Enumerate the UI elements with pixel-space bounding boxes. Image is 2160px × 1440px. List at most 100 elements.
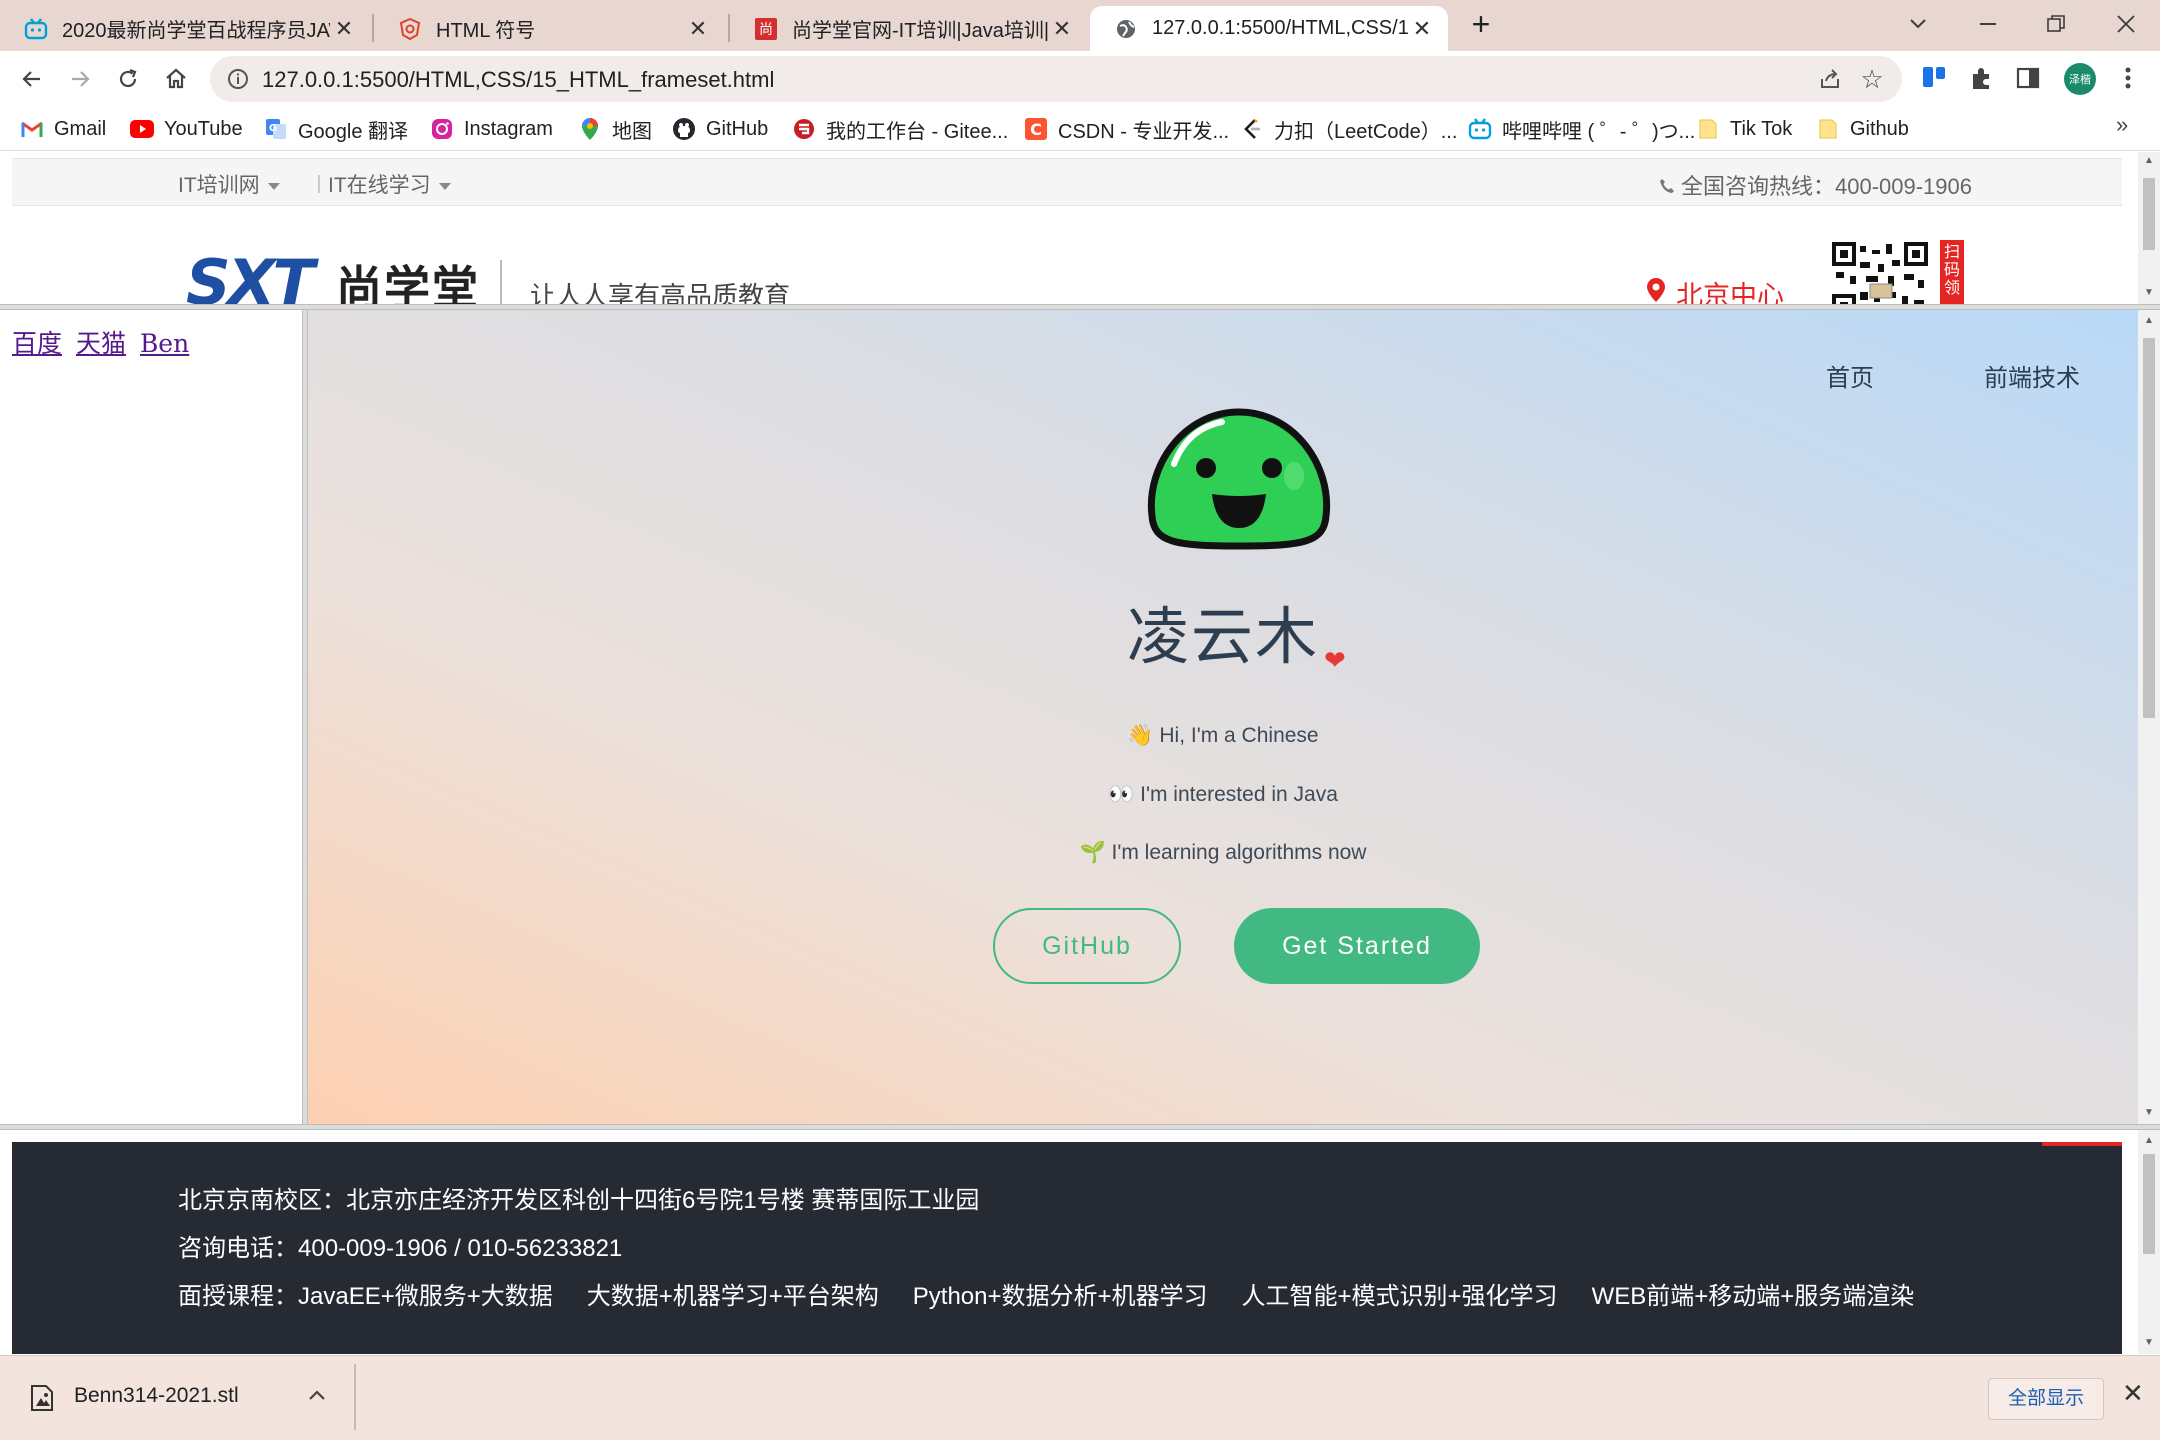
sxt-logo-mark[interactable]: SXT	[186, 246, 315, 304]
folder-icon	[1816, 117, 1840, 141]
bookmark-label: Tik Tok	[1730, 117, 1793, 140]
tab-sxt-official[interactable]: 尚 尚学堂官网-IT培训|Java培训|人工 ✕	[730, 6, 1088, 51]
github-icon	[672, 117, 696, 141]
bookmark-label: YouTube	[164, 117, 243, 140]
info-icon[interactable]	[226, 67, 250, 91]
scroll-down-arrow-icon[interactable]: ▼	[2138, 1334, 2160, 1352]
github-button[interactable]: GitHub	[993, 908, 1181, 984]
link-tmall[interactable]: 天猫	[76, 329, 126, 358]
share-icon[interactable]	[1818, 67, 1842, 91]
download-file-name[interactable]: Benn314-2021.stl	[74, 1384, 239, 1408]
course-item[interactable]: Python+数据分析+机器学习	[913, 1283, 1208, 1310]
bottom-frame-scrollbar[interactable]: ▲ ▼	[2138, 1130, 2160, 1354]
forward-arrow-icon[interactable]	[64, 63, 96, 95]
folder-icon	[1696, 117, 1720, 141]
footer-campus: 北京京南校区：北京亦庄经济开发区科创十四街6号院1号楼 赛蒂国际工业园	[178, 1187, 980, 1214]
hotline: 全国咨询热线：400-009-1906	[1659, 169, 1972, 201]
extensions-puzzle-icon[interactable]	[1966, 62, 1998, 94]
tab-frameset-active[interactable]: 127.0.0.1:5500/HTML,CSS/15_H ✕	[1090, 6, 1448, 51]
course-item[interactable]: JavaEE+微服务+大数据	[298, 1283, 553, 1310]
trello-extension-icon[interactable]	[1918, 62, 1950, 94]
tab-strip: 2020最新尚学堂百战程序员JAVA ✕ HTML 符号 ✕ 尚 尚学堂官网-I…	[0, 0, 2160, 51]
menu-kebab-icon[interactable]	[2112, 62, 2144, 94]
slime-mascot-logo	[1147, 408, 1331, 550]
reload-icon[interactable]	[112, 63, 144, 95]
nav-home[interactable]: 首页	[1826, 358, 1874, 393]
location-text: 北京中心	[1676, 281, 1784, 304]
address-bar[interactable]: 127.0.0.1:5500/HTML,CSS/15_HTML_frameset…	[210, 56, 1902, 102]
course-item[interactable]: 人工智能+模式识别+强化学习	[1242, 1283, 1558, 1310]
csdn-icon: C	[1024, 117, 1048, 141]
chevron-up-icon[interactable]	[308, 1380, 326, 1408]
restore-button[interactable]	[2036, 8, 2076, 40]
youtube-icon	[130, 117, 154, 141]
close-icon[interactable]: ✕	[1048, 15, 1076, 43]
bookmark-youtube[interactable]: YouTube	[130, 113, 243, 145]
minimize-button[interactable]	[1968, 8, 2008, 40]
main-frame-scrollbar[interactable]: ▲ ▼	[2138, 310, 2160, 1124]
menu-it-online[interactable]: IT在线学习	[328, 169, 451, 199]
intro-line-3: 🌱 I'm learning algorithms now	[308, 841, 2138, 865]
close-window-button[interactable]	[2106, 8, 2146, 40]
main-frame: 首页 前端技术 凌云木 ❤ 👋 Hi, I'm a Chinese 👀 I'm in…	[308, 310, 2138, 1124]
tab-search-chevron-icon[interactable]	[1898, 8, 1938, 40]
qr-code	[1830, 240, 1930, 304]
menu-it-training[interactable]: IT培训网	[178, 169, 280, 199]
bookmarks-overflow-icon[interactable]: »	[2116, 112, 2128, 138]
top-frame-scrollbar[interactable]: ▲ ▼	[2138, 152, 2160, 304]
show-all-button[interactable]: 全部显示	[1988, 1378, 2104, 1420]
heart-icon: ❤	[1324, 645, 1346, 675]
scroll-up-arrow-icon[interactable]: ▲	[2138, 1132, 2160, 1150]
link-baidu[interactable]: 百度	[12, 329, 62, 358]
url-text[interactable]: 127.0.0.1:5500/HTML,CSS/15_HTML_frameset…	[262, 67, 774, 93]
scroll-thumb[interactable]	[2143, 1154, 2155, 1254]
globe-icon	[1114, 17, 1138, 41]
profile-avatar[interactable]: 泽楷	[2064, 63, 2096, 95]
get-started-button[interactable]: Get Started	[1234, 908, 1480, 984]
bookmark-label: 我的工作台 - Gitee...	[826, 120, 1009, 143]
course-item[interactable]: WEB前端+移动端+服务端渲染	[1592, 1283, 1915, 1310]
bookmark-label: Google 翻译	[298, 120, 409, 143]
bookmark-csdn[interactable]: C CSDN - 专业开发...	[1024, 113, 1229, 145]
tab-bilibili-course[interactable]: 2020最新尚学堂百战程序员JAVA ✕	[0, 6, 370, 51]
nav-frontend[interactable]: 前端技术	[1984, 358, 2080, 393]
scroll-thumb[interactable]	[2143, 178, 2155, 250]
new-tab-button[interactable]: +	[1466, 8, 1496, 40]
bookmark-github[interactable]: GitHub	[672, 113, 768, 145]
bookmark-bilibili[interactable]: 哔哩哔哩 ( ゜- ゜)つ...	[1468, 113, 1695, 145]
scroll-up-arrow-icon[interactable]: ▲	[2138, 312, 2160, 330]
bookmark-maps[interactable]: 地图	[578, 113, 652, 145]
footer-courses: 面授课程：JavaEE+微服务+大数据 大数据+机器学习+平台架构 Python+数…	[178, 1276, 1948, 1311]
home-icon[interactable]	[160, 63, 192, 95]
svg-text:尚: 尚	[759, 22, 773, 38]
bookmark-google-translate[interactable]: G Google 翻译	[264, 113, 408, 145]
close-icon[interactable]: ✕	[2122, 1378, 2144, 1409]
close-icon[interactable]: ✕	[1408, 15, 1436, 43]
close-icon[interactable]: ✕	[684, 15, 712, 43]
bookmark-folder-tiktok[interactable]: Tik Tok	[1696, 113, 1792, 145]
bookmark-star-icon[interactable]: ☆	[1858, 65, 1886, 93]
download-shelf: Benn314-2021.stl 全部显示 ✕	[0, 1355, 2160, 1440]
waving-hand-icon: 👋	[1127, 724, 1154, 747]
bookmark-leetcode[interactable]: 力扣（LeetCode）...	[1240, 113, 1457, 145]
back-arrow-icon[interactable]	[16, 63, 48, 95]
bookmark-gmail[interactable]: Gmail	[20, 113, 106, 145]
sxt-logo-name[interactable]: 尚学堂	[336, 252, 480, 304]
bookmark-instagram[interactable]: Instagram	[430, 113, 553, 145]
scroll-down-arrow-icon[interactable]: ▼	[2138, 1104, 2160, 1122]
phone-icon	[1659, 174, 1675, 200]
course-item[interactable]: 大数据+机器学习+平台架构	[587, 1283, 879, 1310]
scroll-thumb[interactable]	[2143, 338, 2155, 718]
scroll-down-arrow-icon[interactable]: ▼	[2138, 284, 2160, 302]
bookmark-folder-github[interactable]: Github	[1816, 113, 1909, 145]
bookmark-gitee[interactable]: 我的工作台 - Gitee...	[792, 113, 1008, 145]
bookmark-label: Instagram	[464, 117, 553, 140]
side-panel-icon[interactable]	[2012, 62, 2044, 94]
menu-label: IT培训网	[178, 174, 260, 197]
tab-html-symbols[interactable]: HTML 符号 ✕	[374, 6, 724, 51]
link-ben[interactable]: Ben	[140, 329, 189, 358]
left-links: 百度 天猫 Ben	[12, 324, 195, 360]
close-icon[interactable]: ✕	[330, 15, 358, 43]
location-link[interactable]: 北京中心	[1646, 274, 1784, 304]
scroll-up-arrow-icon[interactable]: ▲	[2138, 152, 2160, 170]
